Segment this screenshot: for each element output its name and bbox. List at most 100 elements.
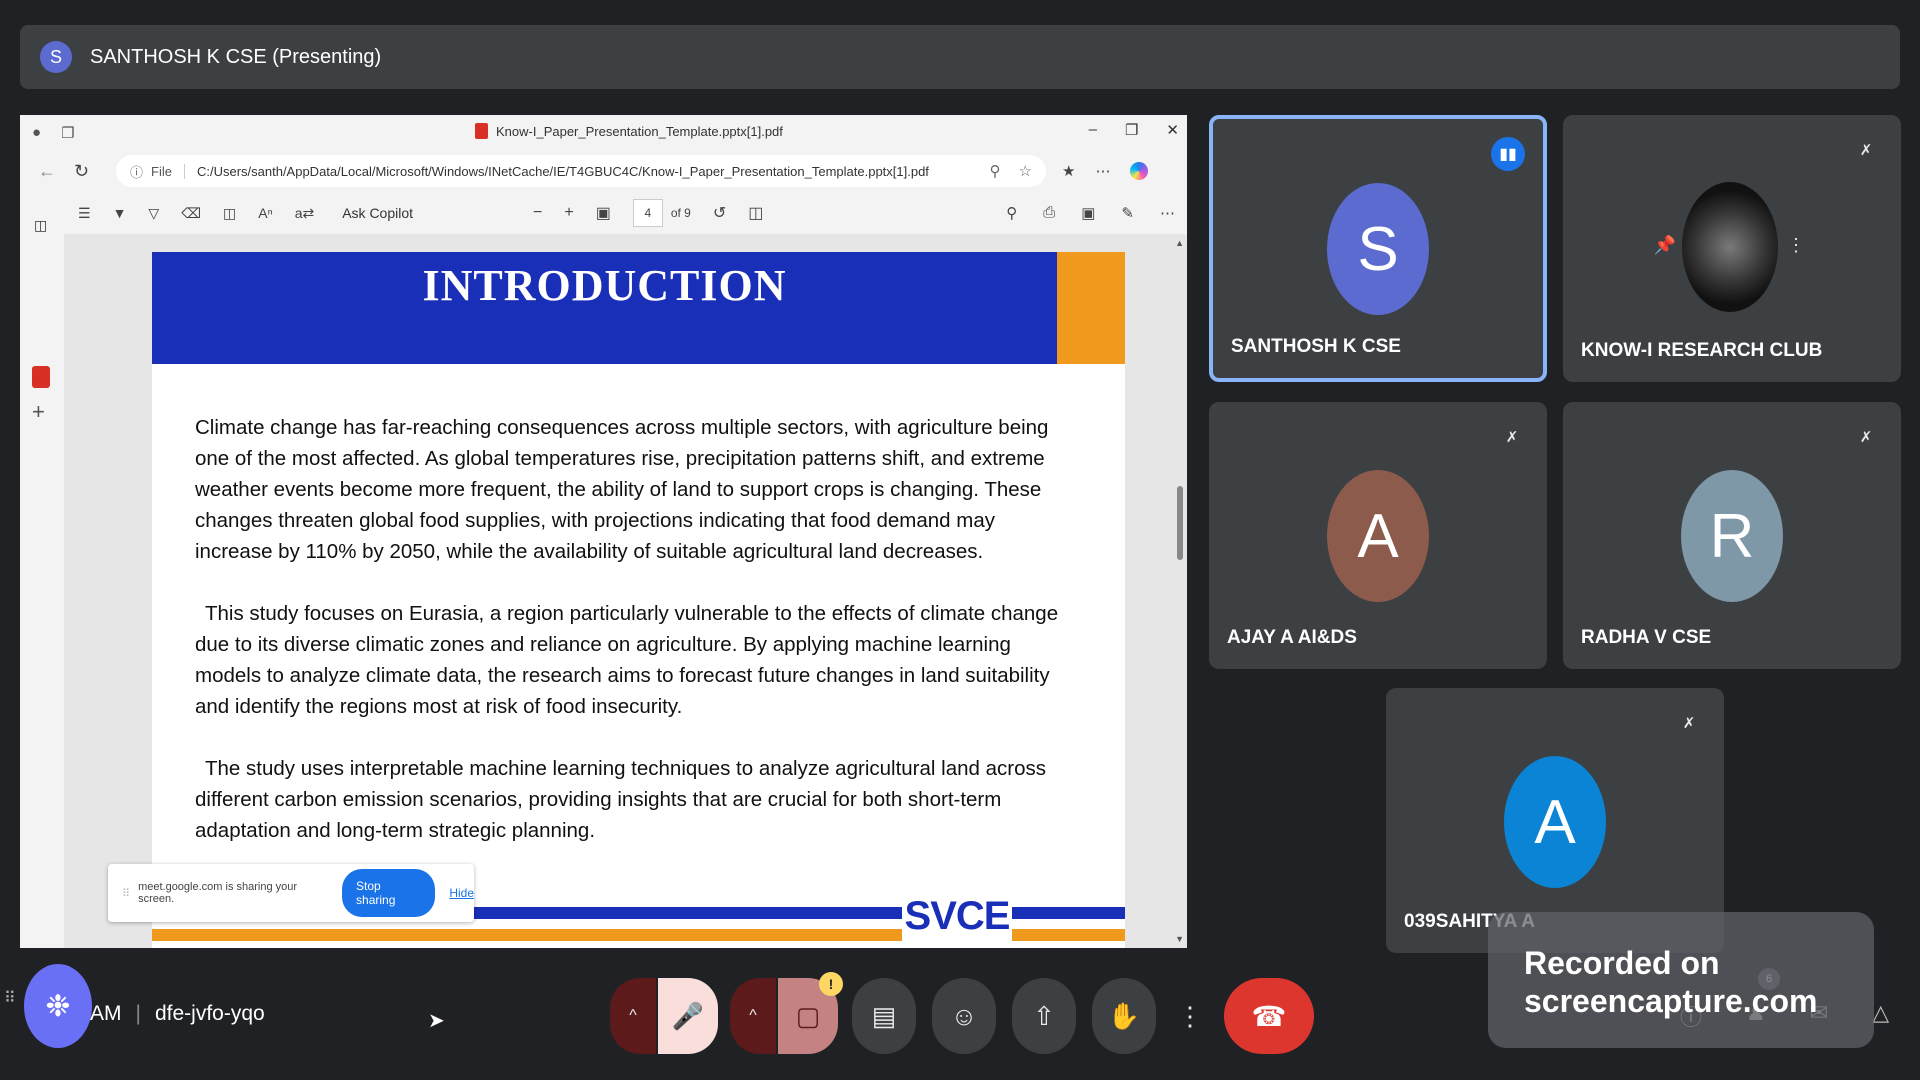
- print-icon[interactable]: ⎙: [1043, 204, 1055, 222]
- page-view-icon[interactable]: ◫: [748, 203, 763, 223]
- highlight-icon[interactable]: ▼: [113, 205, 127, 221]
- contents-icon[interactable]: ☰: [78, 205, 91, 222]
- meeting-code[interactable]: dfe-jvfo-yqo: [155, 1002, 265, 1026]
- read-aloud-icon[interactable]: Aⁿ: [258, 205, 272, 221]
- save-icon[interactable]: ▣: [1081, 204, 1095, 222]
- watermark-line1: Recorded on: [1524, 945, 1720, 981]
- browser-sidebar: ◫ +: [20, 217, 64, 948]
- present-button[interactable]: ⇧: [1012, 978, 1076, 1054]
- pdf-toolbar: ☰ ▼ ▽ ⌫ ◫ Aⁿ a⇄ Ask Copilot − + ▣ 4 of 9…: [20, 192, 1187, 234]
- profile-icon[interactable]: ●: [32, 124, 41, 142]
- info-icon[interactable]: ⓘ: [130, 162, 143, 181]
- more-options-icon[interactable]: ⋯: [1095, 162, 1110, 180]
- address-bar-row: ← ↻ ⓘ File C:/Users/santh/AppData/Local/…: [20, 150, 1187, 192]
- text-box-icon[interactable]: ◫: [223, 205, 236, 222]
- scroll-thumb[interactable]: [1177, 486, 1183, 560]
- activities-shapes-icon[interactable]: △: [1872, 1000, 1889, 1032]
- slide-header-accent: [1057, 252, 1125, 364]
- meeting-separator: |: [135, 1002, 141, 1025]
- sidebar-toggle-icon[interactable]: ◫: [34, 217, 47, 234]
- browser-tab[interactable]: Know-I_Paper_Presentation_Template.pptx[…: [475, 123, 783, 139]
- participant-name: KNOW-I RESEARCH CLUB: [1581, 340, 1823, 361]
- participant-avatar: A: [1504, 756, 1606, 888]
- browser-titlebar: ● ❐ Know-I_Paper_Presentation_Template.p…: [20, 115, 1187, 150]
- mic-off-icon: ✗: [1859, 142, 1873, 159]
- audio-options-button[interactable]: ^: [610, 978, 656, 1054]
- participant-tile[interactable]: A ✗ AJAY A AI&DS: [1209, 402, 1547, 669]
- participant-avatar: A: [1327, 470, 1429, 602]
- translate-icon[interactable]: a⇄: [295, 205, 315, 222]
- captions-icon: ▤: [871, 1000, 897, 1031]
- participant-tile[interactable]: S ▮▮ SANTHOSH K CSE: [1209, 115, 1547, 382]
- zoom-icon[interactable]: ⚲: [990, 162, 1001, 180]
- svce-logo: SVCE: [902, 889, 1012, 943]
- participant-tile[interactable]: 📌 ⋮ ✗ KNOW-I RESEARCH CLUB: [1563, 115, 1901, 382]
- url-field[interactable]: ⓘ File C:/Users/santh/AppData/Local/Micr…: [116, 155, 1046, 187]
- pdf-file-icon: [475, 123, 488, 139]
- ask-copilot-button[interactable]: Ask Copilot: [342, 205, 413, 221]
- presenting-bar: S SANTHOSH K CSE (Presenting): [20, 25, 1900, 89]
- reactions-button[interactable]: ☺: [932, 978, 996, 1054]
- rotate-icon[interactable]: ↺: [713, 203, 726, 223]
- slide-paragraph: Climate change has far-reaching conseque…: [195, 416, 1049, 563]
- close-icon[interactable]: ✕: [1166, 121, 1179, 139]
- meeting-info: AM | dfe-jvfo-yqo: [90, 1002, 265, 1026]
- draw-icon[interactable]: ▽: [148, 205, 159, 222]
- slide-body: Climate change has far-reaching conseque…: [195, 412, 1075, 877]
- copilot-icon[interactable]: [1130, 162, 1149, 180]
- mic-off-icon: ✗: [1859, 429, 1873, 446]
- refresh-icon[interactable]: ↻: [74, 161, 110, 182]
- erase-icon[interactable]: ⌫: [181, 205, 201, 222]
- participant-name: AJAY A AI&DS: [1227, 627, 1357, 648]
- scroll-down-icon[interactable]: ▼: [1175, 934, 1184, 944]
- scroll-up-icon[interactable]: ▲: [1175, 238, 1184, 248]
- meeting-time: AM: [90, 1002, 122, 1025]
- fit-page-icon[interactable]: ▣: [596, 203, 611, 223]
- search-icon[interactable]: ⚲: [1006, 204, 1017, 222]
- drag-handle-icon[interactable]: ⠿: [122, 887, 130, 900]
- minimize-icon[interactable]: –: [1089, 121, 1097, 139]
- raise-hand-button[interactable]: ✋: [1092, 978, 1156, 1054]
- activities-icon: ❉: [45, 989, 71, 1023]
- more-icon[interactable]: ⋯: [1160, 204, 1175, 222]
- participant-tile[interactable]: R ✗ RADHA V CSE: [1563, 402, 1901, 669]
- save-as-icon[interactable]: ✎: [1121, 204, 1134, 222]
- phone-hangup-icon: ☎: [1251, 1000, 1287, 1032]
- captions-button[interactable]: ▤: [852, 978, 916, 1054]
- page-number-input[interactable]: 4: [632, 199, 663, 227]
- slide-paragraph: This study focuses on Eurasia, a region …: [195, 602, 1059, 718]
- zoom-out-icon[interactable]: −: [533, 204, 542, 222]
- zoom-in-icon[interactable]: +: [564, 204, 573, 222]
- favorite-star-icon[interactable]: ☆: [1019, 162, 1032, 180]
- activities-button[interactable]: ❉: [24, 964, 92, 1048]
- pdf-viewer[interactable]: INTRODUCTION Climate change has far-reac…: [64, 234, 1187, 948]
- participant-avatar: R: [1681, 470, 1783, 602]
- leave-call-button[interactable]: ☎: [1224, 978, 1314, 1054]
- pdf-tab-icon[interactable]: [32, 366, 50, 388]
- hide-link[interactable]: Hide: [449, 886, 474, 900]
- vertical-scrollbar[interactable]: ▲ ▼: [1173, 234, 1187, 948]
- more-options-button[interactable]: ⋮: [1172, 978, 1208, 1054]
- shared-screen: ● ❐ Know-I_Paper_Presentation_Template.p…: [20, 115, 1187, 948]
- warning-badge: !: [819, 972, 843, 996]
- more-vert-icon: ⋮: [1177, 1000, 1203, 1031]
- pin-icon[interactable]: 📌: [1650, 230, 1680, 260]
- camera-off-icon: ▢: [795, 1000, 821, 1031]
- speaking-indicator-icon: ▮▮: [1491, 137, 1525, 171]
- chevron-up-icon: ^: [749, 1007, 757, 1024]
- new-tab-icon[interactable]: +: [32, 399, 45, 425]
- tab-title: Know-I_Paper_Presentation_Template.pptx[…: [496, 123, 783, 139]
- mouse-cursor-icon: ➤: [428, 1010, 445, 1032]
- presenting-title: SANTHOSH K CSE (Presenting): [90, 45, 382, 68]
- workspaces-icon[interactable]: ❐: [61, 124, 74, 142]
- favorites-icon[interactable]: ★: [1062, 162, 1075, 180]
- microphone-button[interactable]: 🎤: [658, 978, 718, 1054]
- recording-watermark: Recorded on screencapture.com: [1488, 912, 1874, 1048]
- more-options-icon[interactable]: ⋮: [1781, 230, 1811, 260]
- video-options-button[interactable]: ^: [730, 978, 776, 1054]
- restore-icon[interactable]: ❐: [1125, 121, 1138, 139]
- mic-off-icon: 🎤: [671, 1000, 705, 1031]
- stop-sharing-button[interactable]: Stop sharing: [342, 869, 436, 917]
- back-icon[interactable]: ←: [38, 161, 74, 182]
- slide-paragraph: The study uses interpretable machine lea…: [195, 757, 1046, 842]
